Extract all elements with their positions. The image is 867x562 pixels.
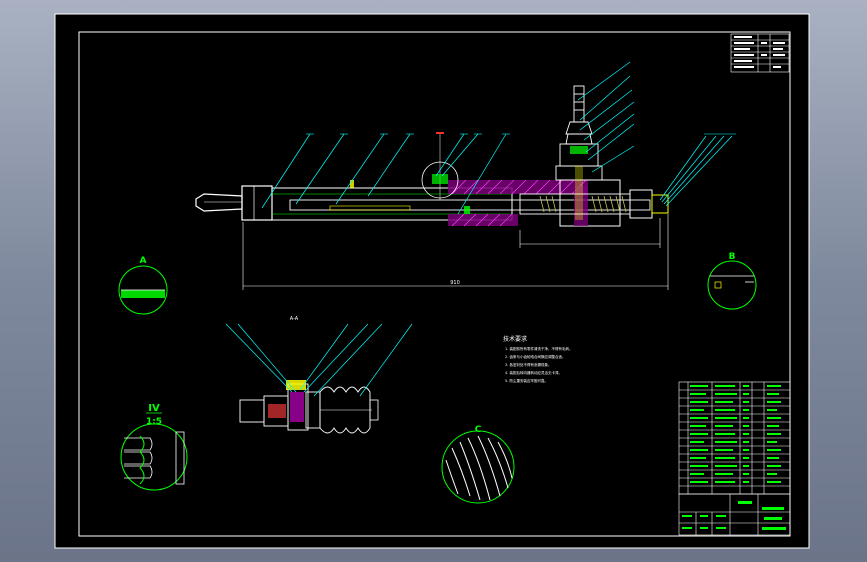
section-a-label: A [140,256,147,266]
cad-drawing: 910 A B A-A IV 1:5 C 技术要求 1. 装配前所有零件清洗干净… [54,13,810,549]
note-line: 5. 防尘罩安装应牢固可靠。 [505,378,548,383]
note-line: 4. 装配后转向器转动应灵活无卡滞。 [505,370,562,375]
drawing-sheet [54,13,810,549]
section-c-label: C [475,425,482,435]
note-line: 1. 装配前所有零件清洗干净，不得有毛刺。 [505,346,572,351]
detail-iv-scale: 1:5 [146,417,162,427]
section-b-label: B [729,252,736,262]
overall-length-dimension: 910 [450,280,460,286]
notes-title: 技术要求 [503,335,527,343]
section-aa-label: A-A [290,316,299,322]
note-line: 2. 齿条与小齿轮啮合间隙应调整合适。 [505,354,565,359]
detail-iv-label: IV [148,403,160,414]
note-line: 3. 各密封处不得有渗漏现象。 [505,362,551,367]
